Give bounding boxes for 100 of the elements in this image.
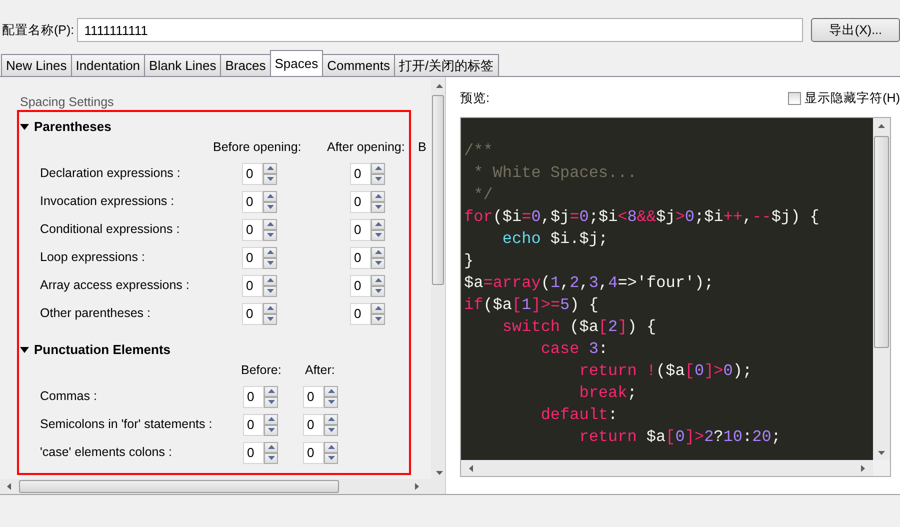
scrollbar-thumb[interactable]: [432, 95, 444, 285]
spin-up-button[interactable]: [371, 246, 385, 258]
scroll-down-icon[interactable]: [436, 471, 443, 475]
down-arrow-icon[interactable]: [374, 289, 382, 294]
spin-down-button[interactable]: [324, 452, 338, 464]
spin-down-button[interactable]: [264, 452, 278, 464]
up-arrow-icon[interactable]: [374, 222, 382, 226]
vertical-scrollbar[interactable]: [873, 118, 890, 460]
up-arrow-icon[interactable]: [328, 445, 334, 450]
up-arrow-icon[interactable]: [374, 306, 382, 310]
up-arrow-icon[interactable]: [266, 222, 274, 226]
number-field[interactable]: 0: [303, 442, 324, 464]
number-field[interactable]: 0: [350, 274, 371, 297]
down-arrow-icon[interactable]: [266, 289, 274, 294]
scroll-left-icon[interactable]: [7, 483, 11, 490]
spin-down-button[interactable]: [263, 174, 277, 185]
down-arrow-icon[interactable]: [374, 205, 382, 210]
down-arrow-icon[interactable]: [328, 428, 334, 432]
down-arrow-icon[interactable]: [266, 317, 274, 322]
spin-up-button[interactable]: [264, 386, 278, 397]
number-field[interactable]: 0: [242, 162, 263, 185]
tab[interactable]: Spaces: [270, 50, 324, 76]
spin-up-button[interactable]: [263, 246, 277, 258]
spin-up-button[interactable]: [371, 162, 385, 174]
spin-down-button[interactable]: [371, 230, 385, 241]
down-arrow-icon[interactable]: [266, 177, 274, 182]
down-arrow-icon[interactable]: [374, 233, 382, 238]
scroll-left-icon[interactable]: [469, 464, 473, 472]
tab[interactable]: Braces: [220, 54, 271, 76]
horizontal-scrollbar[interactable]: [461, 460, 873, 476]
up-arrow-icon[interactable]: [328, 417, 334, 422]
spin-up-button[interactable]: [324, 386, 338, 397]
number-field[interactable]: 0: [242, 190, 263, 213]
profile-name-field[interactable]: 1111111111: [77, 18, 803, 42]
up-arrow-icon[interactable]: [374, 278, 382, 282]
checkbox-label[interactable]: 显示隐藏字符(H): [804, 89, 900, 108]
down-arrow-icon[interactable]: [266, 233, 274, 238]
spin-up-button[interactable]: [263, 162, 277, 174]
spin-up-button[interactable]: [324, 442, 338, 453]
scroll-right-icon[interactable]: [415, 483, 419, 490]
up-arrow-icon[interactable]: [374, 250, 382, 254]
tab[interactable]: Blank Lines: [144, 54, 222, 76]
spin-down-button[interactable]: [324, 396, 338, 408]
number-field[interactable]: 0: [350, 246, 371, 269]
down-arrow-icon[interactable]: [268, 456, 274, 460]
down-arrow-icon[interactable]: [268, 428, 274, 432]
up-arrow-icon[interactable]: [266, 166, 274, 170]
spin-up-button[interactable]: [371, 302, 385, 314]
number-field[interactable]: 0: [350, 162, 371, 185]
spin-up-button[interactable]: [371, 274, 385, 286]
down-arrow-icon[interactable]: [374, 261, 382, 266]
spin-down-button[interactable]: [371, 174, 385, 185]
spin-down-button[interactable]: [371, 286, 385, 297]
spin-down-button[interactable]: [263, 286, 277, 297]
scroll-up-icon[interactable]: [878, 124, 885, 128]
checkbox[interactable]: [788, 92, 801, 105]
spin-down-button[interactable]: [371, 258, 385, 269]
number-field[interactable]: 0: [303, 386, 324, 408]
spin-up-button[interactable]: [371, 218, 385, 230]
spin-up-button[interactable]: [264, 442, 278, 453]
number-field[interactable]: 0: [243, 386, 264, 408]
number-field[interactable]: 0: [242, 218, 263, 241]
spin-up-button[interactable]: [263, 302, 277, 314]
vertical-scrollbar[interactable]: [431, 79, 445, 479]
scroll-down-icon[interactable]: [878, 450, 885, 455]
spin-down-button[interactable]: [263, 258, 277, 269]
number-field[interactable]: 0: [243, 414, 264, 436]
up-arrow-icon[interactable]: [268, 445, 274, 450]
up-arrow-icon[interactable]: [266, 306, 274, 310]
spin-down-button[interactable]: [324, 424, 338, 436]
spin-down-button[interactable]: [263, 314, 277, 325]
down-arrow-icon[interactable]: [374, 317, 382, 322]
spin-down-button[interactable]: [371, 202, 385, 213]
up-arrow-icon[interactable]: [374, 194, 382, 198]
scrollbar-thumb[interactable]: [874, 136, 889, 348]
spin-down-button[interactable]: [263, 202, 277, 213]
down-arrow-icon[interactable]: [328, 456, 334, 460]
spin-up-button[interactable]: [324, 414, 338, 425]
scroll-up-icon[interactable]: [436, 84, 443, 88]
up-arrow-icon[interactable]: [266, 250, 274, 254]
spin-down-button[interactable]: [264, 396, 278, 408]
spin-up-button[interactable]: [264, 414, 278, 425]
down-arrow-icon[interactable]: [266, 205, 274, 210]
number-field[interactable]: 0: [350, 302, 371, 325]
collapse-triangle-icon[interactable]: [20, 124, 29, 130]
up-arrow-icon[interactable]: [328, 389, 334, 394]
number-field[interactable]: 0: [242, 274, 263, 297]
up-arrow-icon[interactable]: [266, 194, 274, 198]
spin-up-button[interactable]: [263, 190, 277, 202]
up-arrow-icon[interactable]: [374, 166, 382, 170]
tab[interactable]: 打开/关闭的标签: [394, 54, 499, 76]
spin-up-button[interactable]: [263, 274, 277, 286]
number-field[interactable]: 0: [242, 246, 263, 269]
spin-up-button[interactable]: [371, 190, 385, 202]
down-arrow-icon[interactable]: [266, 261, 274, 266]
collapse-triangle-icon[interactable]: [20, 346, 29, 353]
scroll-right-icon[interactable]: [861, 464, 865, 472]
spin-down-button[interactable]: [371, 314, 385, 325]
number-field[interactable]: 0: [242, 302, 263, 325]
number-field[interactable]: 0: [243, 442, 264, 464]
